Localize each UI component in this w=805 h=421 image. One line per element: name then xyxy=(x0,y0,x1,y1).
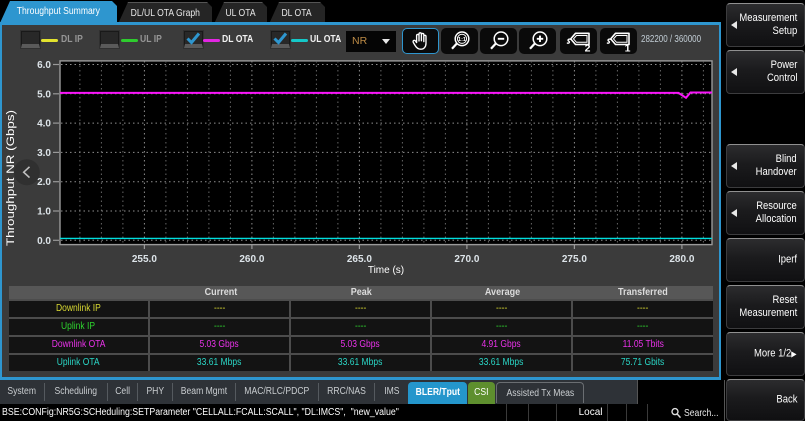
svg-text:2.0: 2.0 xyxy=(37,177,51,188)
svg-text:255.0: 255.0 xyxy=(132,254,157,265)
svg-text:0.0: 0.0 xyxy=(37,236,51,247)
svg-text:1.0: 1.0 xyxy=(37,207,51,218)
svg-text:3.0: 3.0 xyxy=(37,148,51,159)
svg-text:2: 2 xyxy=(584,43,590,53)
svg-text:260.0: 260.0 xyxy=(239,254,264,265)
svg-text:4.0: 4.0 xyxy=(37,119,51,130)
svg-text:6.0: 6.0 xyxy=(37,60,51,71)
svg-text:275.0: 275.0 xyxy=(562,254,587,265)
svg-text:280.0: 280.0 xyxy=(669,254,694,265)
svg-text:Time (s): Time (s) xyxy=(368,265,404,276)
svg-text:1: 1 xyxy=(624,43,630,53)
svg-text:1:1: 1:1 xyxy=(458,37,466,43)
svg-text:270.0: 270.0 xyxy=(454,254,479,265)
svg-text:265.0: 265.0 xyxy=(347,254,372,265)
svg-text:5.0: 5.0 xyxy=(37,89,51,100)
